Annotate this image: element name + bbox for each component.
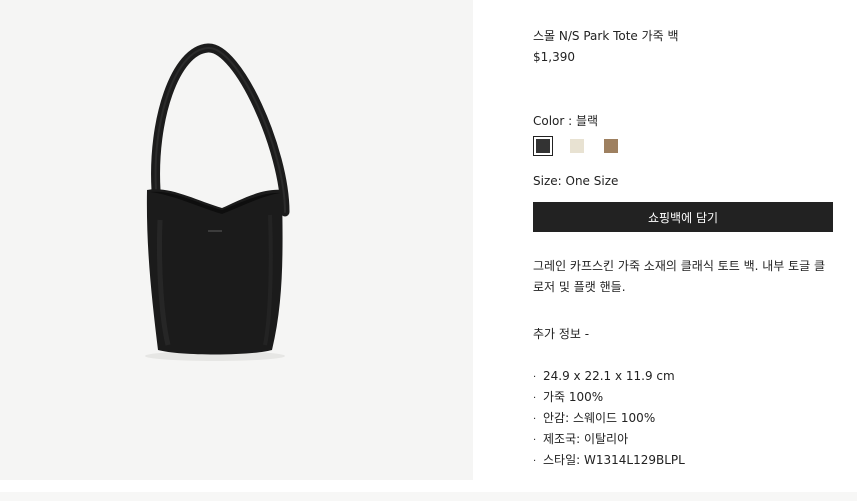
product-description: 그레인 카프스킨 가죽 소재의 클래식 토트 백. 내부 토글 클로저 및 플랫… [533, 259, 826, 294]
bullet-icon: · [533, 456, 537, 467]
add-to-bag-button[interactable]: 쇼핑백에 담기 [533, 202, 833, 232]
more-info-toggle[interactable]: 추가 정보 - [533, 325, 589, 342]
swatch-ivory[interactable] [567, 136, 587, 156]
spec-item: · 24.9 x 22.1 x 11.9 cm [533, 366, 685, 387]
bullet-icon: · [533, 435, 537, 446]
swatch-black-fill [536, 139, 550, 153]
spec-text: 24.9 x 22.1 x 11.9 cm [543, 369, 675, 383]
product-price: $1,390 [533, 50, 575, 64]
bullet-icon: · [533, 372, 537, 383]
spec-list: · 24.9 x 22.1 x 11.9 cm · 가죽 100% · 안감: 스웨이… [533, 366, 685, 471]
bullet-icon: · [533, 393, 537, 404]
color-label: Color : [533, 114, 577, 128]
product-title: 스몰 N/S Park Tote 가죽 백 [533, 29, 679, 43]
bullet-icon: · [533, 414, 537, 425]
spec-text: 제조국: 이탈리아 [543, 432, 629, 446]
swatch-black[interactable] [533, 136, 553, 156]
spec-item: · 가죽 100% [533, 387, 685, 408]
color-selector-label: Color : 블랙 [533, 112, 598, 129]
image-panel-next [0, 492, 857, 501]
swatch-taupe-fill [604, 139, 618, 153]
spec-text: 스타일: W1314L129BLPL [543, 453, 685, 467]
spec-text: 안감: 스웨이드 100% [543, 411, 656, 425]
swatch-ivory-fill [570, 139, 584, 153]
spec-item: · 안감: 스웨이드 100% [533, 408, 685, 429]
size-selector[interactable]: Size: One Size [533, 174, 618, 188]
product-image-panel[interactable] [0, 0, 473, 480]
color-swatches [533, 136, 621, 156]
spec-text: 가죽 100% [543, 390, 604, 404]
size-value: One Size [565, 174, 619, 188]
size-label: Size: [533, 174, 566, 188]
product-image-bag [145, 43, 290, 361]
spec-item: · 제조국: 이탈리아 [533, 429, 685, 450]
color-value: 블랙 [576, 114, 599, 128]
swatch-taupe[interactable] [601, 136, 621, 156]
spec-item: · 스타일: W1314L129BLPL [533, 450, 685, 471]
